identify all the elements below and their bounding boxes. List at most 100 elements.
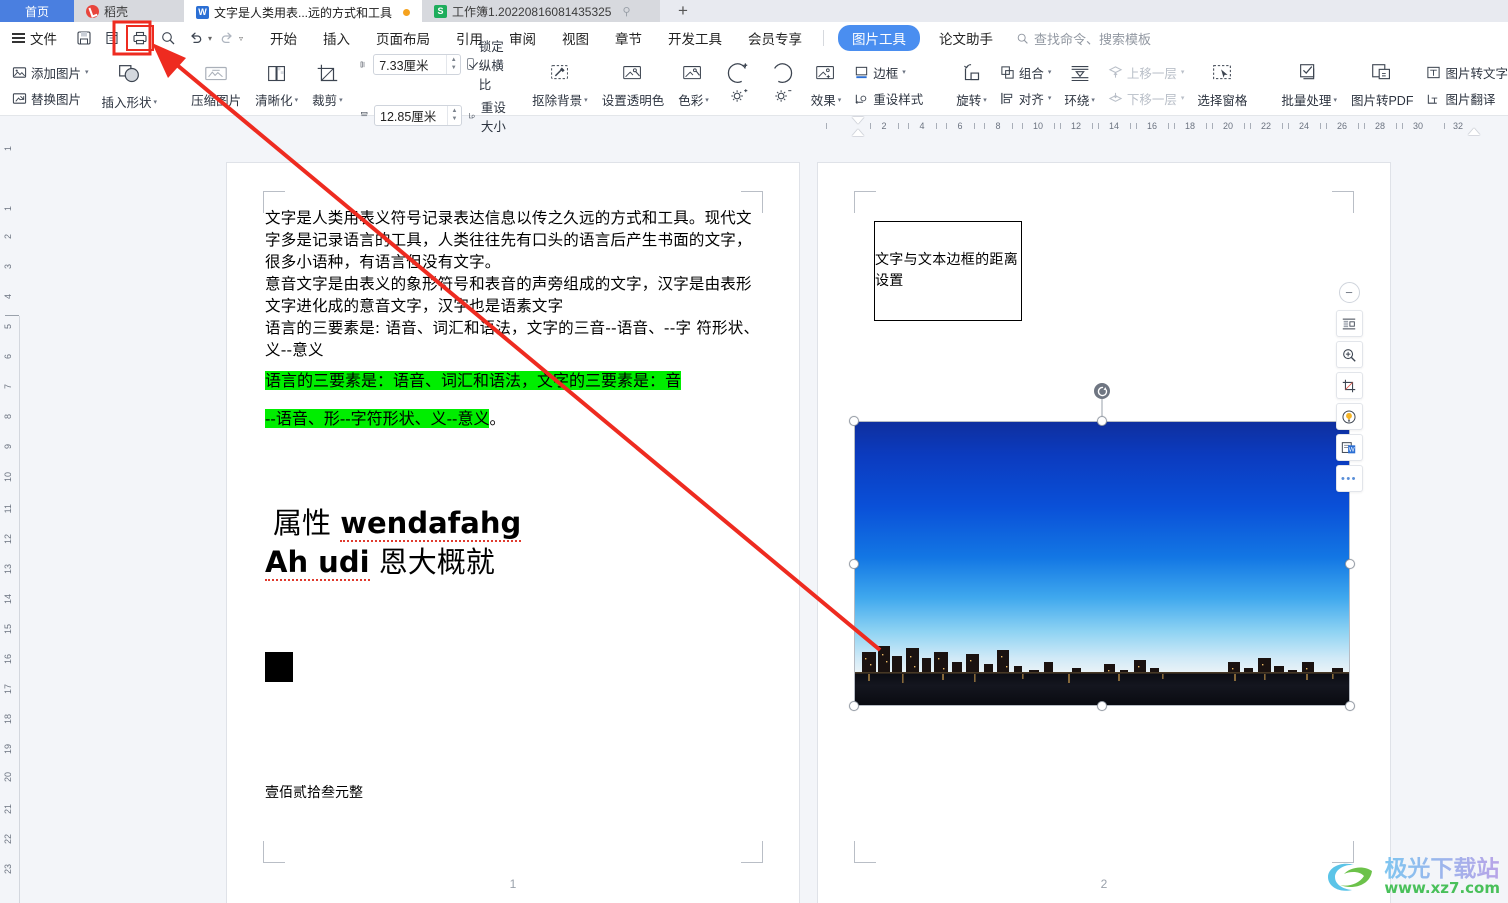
height-input[interactable] [374, 54, 447, 74]
chevron-down-icon[interactable]: ▾ [584, 96, 588, 104]
brightness-up-button[interactable] [716, 57, 760, 104]
chevron-down-icon[interactable]: ▾ [1181, 68, 1185, 76]
effects-button[interactable]: 效果 ▾ [804, 57, 849, 109]
picture-to-pdf-button[interactable]: 图片转PDF [1344, 57, 1421, 109]
print-icon[interactable] [126, 25, 154, 51]
color-button[interactable]: 色彩 ▾ [671, 57, 716, 109]
set-transparent-color-button[interactable]: 设置透明色 [595, 57, 672, 109]
text-box-shape[interactable]: 文字与文本边框的距离设置 [874, 221, 1022, 321]
document-page-2[interactable]: 文字与文本边框的距离设置 2 [818, 163, 1390, 903]
sharpen-button[interactable]: 清晰化 ▾ [248, 57, 305, 109]
tab-spreadsheet[interactable]: 工作簿1.20220816081435325 ⚲ [422, 0, 661, 22]
remove-background-label: 抠除背景 [532, 94, 583, 108]
vertical-ruler[interactable]: 1 1 2 3 4 5 6 7 8 9 10 11 12 13 14 15 16… [0, 116, 22, 903]
smart-tool-icon[interactable] [1335, 403, 1363, 430]
chevron-down-icon[interactable]: ▾ [154, 98, 158, 106]
right-indent-marker[interactable] [1468, 128, 1480, 135]
chevron-down-icon[interactable]: ▾ [1091, 96, 1095, 104]
chevron-down-icon[interactable]: ▾ [983, 96, 987, 104]
brightness-down-button[interactable] [760, 57, 804, 104]
hanging-indent-marker[interactable] [852, 129, 864, 136]
crop-button[interactable]: 裁剪 ▾ [305, 57, 350, 109]
chevron-down-icon[interactable]: ▾ [85, 68, 89, 76]
menu-tab-insert[interactable]: 插入 [310, 22, 363, 54]
resize-handle-sw[interactable] [849, 701, 859, 711]
resize-handle-e[interactable] [1345, 558, 1355, 569]
save-icon[interactable] [71, 26, 97, 50]
width-input-wrap[interactable]: ▲▼ [374, 105, 463, 126]
menu-tab-view[interactable]: 视图 [549, 22, 602, 54]
new-tab-button[interactable]: + [660, 0, 707, 22]
crop-tool-icon[interactable] [1335, 372, 1363, 399]
redo-icon[interactable] [214, 26, 240, 50]
chevron-down-icon[interactable]: ▾ [838, 96, 842, 104]
width-stepper[interactable]: ▲ ▼ [447, 106, 461, 125]
remove-background-button[interactable]: 抠除背景 ▾ [525, 57, 595, 109]
text-wrap-button[interactable]: 环绕 ▾ [1057, 57, 1102, 109]
page1-body[interactable]: 文字是人类用表义符号记录表达信息以传之久远的方式和工具。现代文字多是记录语言的工… [265, 207, 765, 802]
menu-tab-developer[interactable]: 开发工具 [655, 22, 735, 54]
align-button[interactable]: 对齐 ▾ [997, 87, 1055, 110]
add-picture-button[interactable]: 添加图片 ▾ [9, 61, 92, 84]
picture-translate-button[interactable]: 图片翻译 [1423, 87, 1508, 110]
resize-handle-se[interactable] [1345, 701, 1355, 711]
search-commands[interactable]: 查找命令、搜索模板 [1016, 29, 1151, 48]
chevron-down-icon[interactable]: ▾ [1048, 68, 1052, 76]
resize-handle-n[interactable] [1097, 416, 1107, 426]
menu-tab-section[interactable]: 章节 [602, 22, 655, 54]
document-page-1[interactable]: 文字是人类用表义符号记录表达信息以传之久远的方式和工具。现代文字多是记录语言的工… [227, 163, 799, 903]
h-tick: 6 [957, 121, 963, 131]
print-preview-icon[interactable] [99, 26, 125, 50]
reset-size-button[interactable]: 重设大小 [468, 97, 507, 135]
rotate-handle-icon[interactable] [1094, 383, 1110, 399]
insert-doc-icon[interactable]: W [1335, 434, 1363, 461]
height-stepper[interactable]: ▲ ▼ [446, 54, 460, 74]
rotate-button[interactable]: 旋转 ▾ [949, 57, 994, 109]
resize-handle-nw[interactable] [849, 416, 859, 426]
undo-icon[interactable] [183, 26, 209, 50]
more-options-icon[interactable]: ••• [1335, 465, 1363, 492]
menu-tab-member[interactable]: 会员专享 [735, 22, 815, 54]
menu-tab-paper-assistant[interactable]: 论文助手 [926, 22, 1006, 54]
horizontal-ruler[interactable]: 2 4 6 8 10 12 14 16 18 20 22 24 26 28 30… [818, 116, 1508, 138]
selected-picture[interactable] [849, 383, 1355, 711]
picture-to-text-button[interactable]: 图片转文字 [1423, 61, 1508, 84]
menu-tab-picture-tools[interactable]: 图片工具 [832, 22, 926, 54]
tab-writer-document[interactable]: 文字是人类用表...远的方式和工具 [184, 0, 423, 22]
width-input[interactable] [375, 106, 448, 125]
lock-aspect-ratio-checkbox[interactable]: 锁定纵横比 [467, 36, 507, 93]
tab-daoke[interactable]: 稻壳 [74, 0, 184, 22]
layout-options-icon[interactable] [1335, 310, 1363, 337]
document-workspace[interactable]: 文字是人类用表义符号记录表达信息以传之久远的方式和工具。现代文字多是记录语言的工… [22, 138, 1508, 903]
first-line-indent-marker[interactable] [852, 117, 864, 124]
send-backward-button[interactable]: 下移一层 ▾ [1105, 87, 1188, 110]
compress-picture-button[interactable]: 压缩图片 [184, 57, 248, 109]
pin-icon[interactable]: ⚲ [622, 5, 630, 18]
chevron-down-icon[interactable]: ▾ [1333, 96, 1337, 104]
batch-process-button[interactable]: 批量处理 ▾ [1274, 57, 1344, 109]
chevron-down-icon[interactable]: ▾ [705, 96, 709, 104]
bring-forward-button[interactable]: 上移一层 ▾ [1105, 61, 1188, 84]
find-icon[interactable] [155, 26, 181, 50]
height-input-wrap[interactable]: ▲▼ [373, 53, 462, 75]
insert-shape-button[interactable]: 插入形状 ▾ [95, 57, 165, 111]
resize-handle-s[interactable] [1097, 701, 1107, 711]
chevron-down-icon[interactable]: ▾ [902, 68, 906, 76]
tab-home[interactable]: 首页 [0, 0, 74, 22]
file-menu-button[interactable]: 文件 [0, 28, 67, 48]
chevron-down-icon[interactable]: ▾ [1048, 94, 1052, 102]
heading-line1-latin: wendafahg [340, 506, 522, 543]
border-button[interactable]: 边框 ▾ [851, 61, 926, 84]
collapse-icon[interactable]: − [1338, 282, 1360, 303]
group-button[interactable]: 组合 ▾ [997, 61, 1055, 84]
reset-style-button[interactable]: 重设样式 [851, 87, 926, 110]
menu-tab-start[interactable]: 开始 [257, 22, 310, 54]
selection-pane-button[interactable]: 选择窗格 [1190, 57, 1254, 109]
chevron-down-icon[interactable]: ▾ [1181, 94, 1185, 102]
resize-handle-w[interactable] [849, 558, 859, 569]
zoom-in-icon[interactable] [1335, 341, 1363, 368]
chevron-down-icon[interactable]: ▾ [339, 96, 343, 104]
replace-picture-button[interactable]: 替换图片 [9, 87, 92, 110]
chevron-down-icon[interactable]: ▾ [295, 96, 299, 104]
black-square-shape[interactable] [265, 651, 293, 682]
